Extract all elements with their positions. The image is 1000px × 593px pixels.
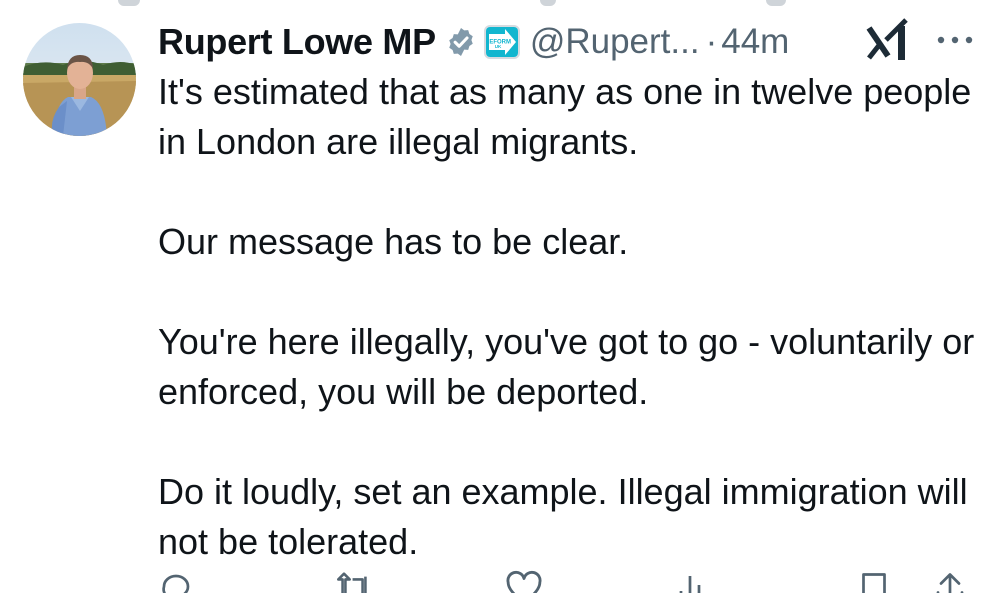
share-button[interactable] [932, 570, 968, 593]
display-name[interactable]: Rupert Lowe MP [158, 21, 436, 63]
verified-badge-icon[interactable] [445, 26, 477, 58]
tweet-paragraph: Do it loudly, set an example. Illegal im… [158, 471, 968, 562]
like-icon [505, 570, 543, 593]
tweet-paragraph: Our message has to be clear. [158, 221, 629, 262]
timestamp[interactable]: 44m [721, 22, 789, 62]
separator: · [705, 22, 718, 61]
svg-text:UK: UK [495, 44, 502, 49]
views-icon [672, 570, 708, 593]
reply-icon [158, 570, 194, 593]
reply-button[interactable] [158, 570, 208, 593]
like-button[interactable] [505, 570, 557, 593]
affiliate-badge[interactable]: REFORM UK [483, 25, 520, 59]
tweet-paragraph: You're here illegally, you've got to go … [158, 321, 975, 412]
tweet-header: Rupert Lowe MP REFORM UK @Rupert... · 44… [158, 12, 789, 72]
more-icon[interactable] [935, 33, 975, 47]
action-bar [0, 570, 1000, 593]
share-icon [932, 570, 968, 593]
tweet-text: It's estimated that as many as one in tw… [158, 67, 988, 593]
views-button[interactable] [672, 570, 722, 593]
repost-icon [334, 570, 374, 593]
bookmark-icon [856, 570, 892, 593]
avatar[interactable] [23, 23, 136, 136]
tweet-card[interactable]: Rupert Lowe MP REFORM UK @Rupert... · 44… [0, 0, 1000, 593]
repost-button[interactable] [334, 570, 388, 593]
tweet-paragraph: It's estimated that as many as one in tw… [158, 71, 972, 162]
user-handle[interactable]: @Rupert... [530, 22, 700, 62]
bookmark-button[interactable] [856, 570, 892, 593]
grok-icon[interactable] [866, 16, 910, 64]
